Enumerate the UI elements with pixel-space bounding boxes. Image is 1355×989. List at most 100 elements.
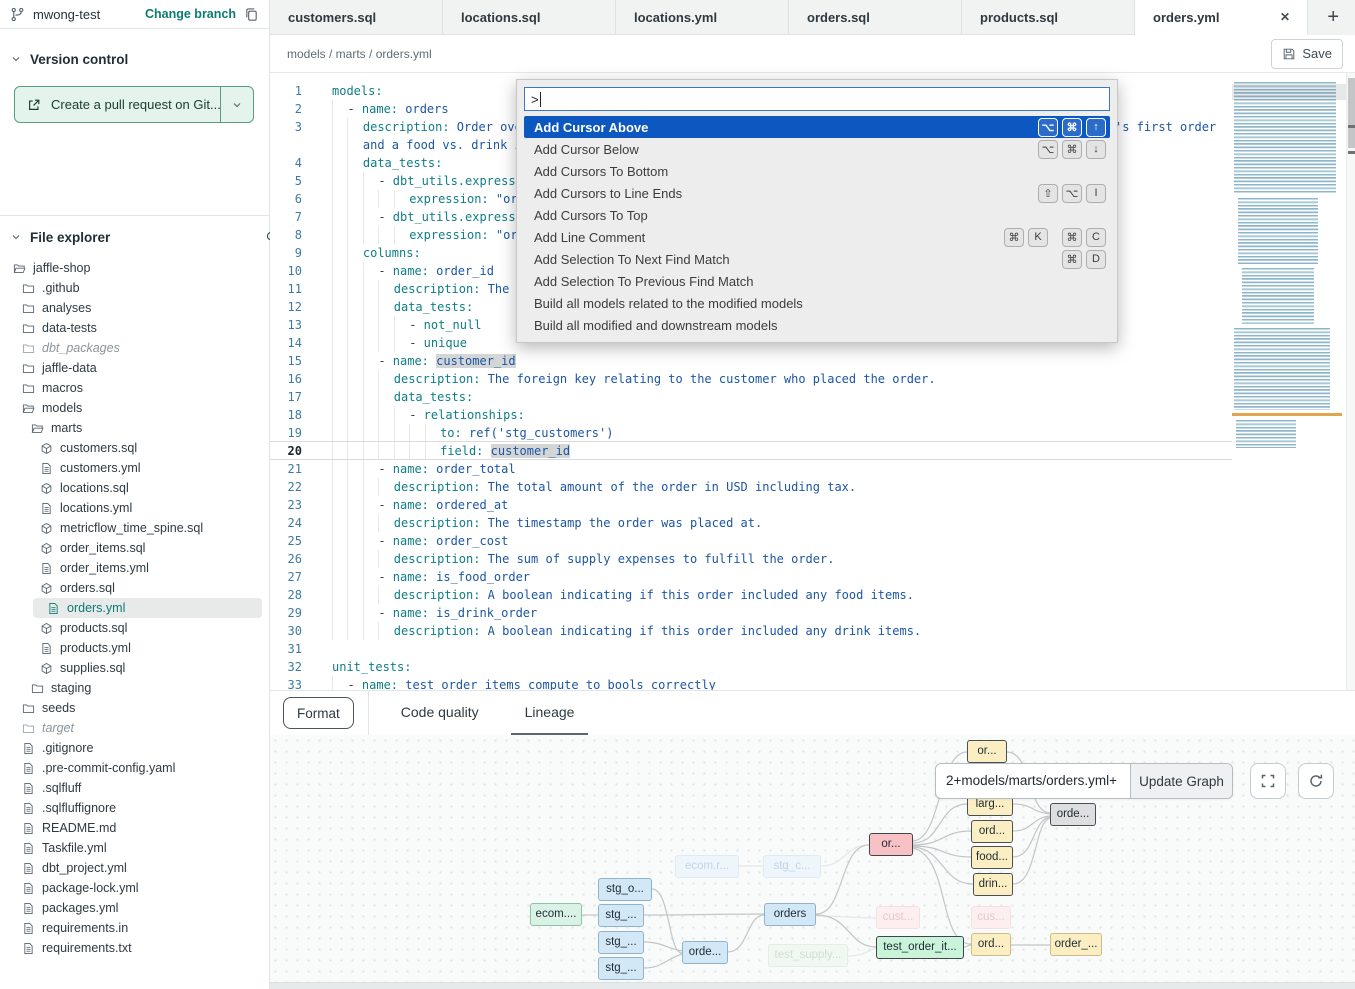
lineage-node[interactable]: test_supply... bbox=[768, 944, 848, 967]
tree-item-seeds[interactable]: seeds bbox=[0, 698, 270, 718]
tree-item-target[interactable]: target bbox=[0, 718, 270, 738]
horizontal-scrollbar[interactable] bbox=[270, 982, 1355, 989]
tree-item-dbt-packages[interactable]: dbt_packages bbox=[0, 338, 270, 358]
tree-item--sqlfluff[interactable]: .sqlfluff bbox=[0, 778, 270, 798]
fullscreen-icon bbox=[1260, 773, 1276, 789]
command-item[interactable]: Add Cursor Above⌥⌘↑ bbox=[524, 116, 1110, 138]
lineage-node[interactable]: stg_... bbox=[598, 904, 644, 927]
change-branch-link[interactable]: Change branch bbox=[145, 7, 236, 21]
panel-tab-code-quality[interactable]: Code quality bbox=[387, 691, 493, 736]
close-tab-icon[interactable]: ✕ bbox=[1277, 8, 1293, 26]
tree-item-jaffle-shop[interactable]: jaffle-shop bbox=[0, 258, 270, 278]
lineage-node[interactable]: test_order_it... bbox=[876, 936, 964, 959]
lineage-node[interactable]: drin... bbox=[973, 873, 1013, 896]
lineage-node[interactable]: orders bbox=[764, 903, 816, 926]
lineage-node[interactable]: stg_c... bbox=[763, 855, 821, 878]
refresh-button[interactable] bbox=[1298, 763, 1334, 799]
tree-item--sqlfluffignore[interactable]: .sqlfluffignore bbox=[0, 798, 270, 818]
tree-item--github[interactable]: .github bbox=[0, 278, 270, 298]
copy-icon[interactable] bbox=[244, 7, 259, 22]
tree-item-dbt-project-yml[interactable]: dbt_project.yml bbox=[0, 858, 270, 878]
tree-item-customers-sql[interactable]: customers.sql bbox=[0, 438, 270, 458]
lineage-node[interactable]: or... bbox=[967, 740, 1007, 763]
scrollbar-thumb[interactable] bbox=[1348, 78, 1355, 148]
tree-item-customers-yml[interactable]: customers.yml bbox=[0, 458, 270, 478]
version-control-header[interactable]: Version control bbox=[0, 44, 289, 74]
lineage-node[interactable]: stg_o... bbox=[598, 878, 652, 901]
minimap-viewport[interactable] bbox=[1232, 84, 1346, 100]
lineage-node[interactable]: ord... bbox=[971, 933, 1011, 956]
lineage-node[interactable]: stg_... bbox=[598, 931, 644, 954]
file-explorer-header[interactable]: File explorer bbox=[0, 222, 289, 252]
tree-item-metricflow-time-spine-sql[interactable]: metricflow_time_spine.sql bbox=[0, 518, 270, 538]
tab-customers-sql[interactable]: customers.sql bbox=[270, 0, 443, 35]
lineage-graph[interactable]: ecom.r... stg_c... ecom.... stg_o... stg_...… bbox=[270, 735, 1355, 982]
tree-item-supplies-sql[interactable]: supplies.sql bbox=[0, 658, 270, 678]
lineage-node[interactable]: orde... bbox=[682, 941, 728, 964]
create-pull-request-button[interactable]: Create a pull request on Git... bbox=[14, 86, 254, 123]
lineage-node[interactable]: order_... bbox=[1050, 933, 1102, 956]
tree-item-data-tests[interactable]: data-tests bbox=[0, 318, 270, 338]
new-tab-button[interactable]: + bbox=[1311, 6, 1355, 30]
lineage-node[interactable]: or... bbox=[869, 833, 913, 856]
tree-item-staging[interactable]: staging bbox=[0, 678, 270, 698]
tree-item--pre-commit-config-yaml[interactable]: .pre-commit-config.yaml bbox=[0, 758, 270, 778]
command-item[interactable]: Add Selection To Previous Find Match bbox=[524, 270, 1110, 292]
tab-orders-sql[interactable]: orders.sql bbox=[789, 0, 962, 35]
tree-item-locations-sql[interactable]: locations.sql bbox=[0, 478, 270, 498]
lineage-node[interactable]: food... bbox=[971, 846, 1013, 869]
tree-item-jaffle-data[interactable]: jaffle-data bbox=[0, 358, 270, 378]
tree-item-requirements-txt[interactable]: requirements.txt bbox=[0, 938, 270, 958]
keycap: ⇧ bbox=[1038, 184, 1058, 203]
tree-item-marts[interactable]: marts bbox=[0, 418, 270, 438]
lineage-node[interactable]: ecom.... bbox=[530, 903, 582, 926]
lineage-node[interactable]: orde... bbox=[1050, 803, 1096, 826]
command-item[interactable]: Add Cursor Below⌥⌘↓ bbox=[524, 138, 1110, 160]
lineage-node[interactable]: cus... bbox=[971, 906, 1011, 929]
tree-item--gitignore[interactable]: .gitignore bbox=[0, 738, 270, 758]
tree-item-locations-yml[interactable]: locations.yml bbox=[0, 498, 270, 518]
command-item[interactable]: Build all modified and downstream models bbox=[524, 314, 1110, 336]
lineage-filter-input[interactable]: 2+models/marts/orders.yml+ bbox=[936, 764, 1130, 798]
command-item[interactable]: Build all models related to the modified… bbox=[524, 292, 1110, 314]
fullscreen-button[interactable] bbox=[1250, 763, 1286, 799]
tree-item-analyses[interactable]: analyses bbox=[0, 298, 270, 318]
panel-tab-lineage[interactable]: Lineage bbox=[511, 691, 589, 736]
format-button[interactable]: Format bbox=[283, 697, 354, 729]
tree-item-order-items-sql[interactable]: order_items.sql bbox=[0, 538, 270, 558]
tab-locations-sql[interactable]: locations.sql bbox=[443, 0, 616, 35]
tree-item-readme-md[interactable]: README.md bbox=[0, 818, 270, 838]
tree-item-order-items-yml[interactable]: order_items.yml bbox=[0, 558, 270, 578]
lineage-node[interactable]: ord... bbox=[971, 820, 1013, 843]
shortcut-keys: ⌘D bbox=[1058, 250, 1106, 269]
command-item[interactable]: Add Line Comment⌘K⌘C bbox=[524, 226, 1110, 248]
tree-item-orders-sql[interactable]: orders.sql bbox=[0, 578, 270, 598]
tree-item-products-sql[interactable]: products.sql bbox=[0, 618, 270, 638]
tree-item-products-yml[interactable]: products.yml bbox=[0, 638, 270, 658]
lineage-node[interactable]: stg_... bbox=[598, 957, 644, 980]
pr-dropdown-toggle[interactable] bbox=[220, 87, 253, 122]
tree-item-orders-yml[interactable]: orders.yml bbox=[33, 598, 262, 618]
lineage-node[interactable]: cust... bbox=[876, 906, 920, 929]
save-button[interactable]: Save bbox=[1271, 39, 1343, 69]
command-palette-input[interactable]: > bbox=[524, 87, 1110, 111]
editor-scrollbar[interactable] bbox=[1346, 73, 1355, 690]
tab-locations-yml[interactable]: locations.yml bbox=[616, 0, 789, 35]
command-item[interactable]: Add Cursors To Bottom bbox=[524, 160, 1110, 182]
folder-icon bbox=[22, 382, 35, 395]
tree-item-requirements-in[interactable]: requirements.in bbox=[0, 918, 270, 938]
command-item[interactable]: Add Selection To Next Find Match⌘D bbox=[524, 248, 1110, 270]
tree-item-packages-yml[interactable]: packages.yml bbox=[0, 898, 270, 918]
tab-orders-yml[interactable]: orders.yml✕ bbox=[1135, 0, 1308, 35]
tree-item-macros[interactable]: macros bbox=[0, 378, 270, 398]
tree-item-package-lock-yml[interactable]: package-lock.yml bbox=[0, 878, 270, 898]
branch-name: mwong-test bbox=[33, 7, 100, 22]
tab-products-sql[interactable]: products.sql bbox=[962, 0, 1135, 35]
command-item[interactable]: Add Cursors To Top bbox=[524, 204, 1110, 226]
update-graph-button[interactable]: Update Graph bbox=[1130, 764, 1232, 798]
lineage-node[interactable]: ecom.r... bbox=[675, 855, 739, 878]
command-item[interactable]: Add Cursors to Line Ends⇧⌥I bbox=[524, 182, 1110, 204]
editor-minimap[interactable] bbox=[1232, 80, 1346, 452]
tree-item-taskfile-yml[interactable]: Taskfile.yml bbox=[0, 838, 270, 858]
tree-item-models[interactable]: models bbox=[0, 398, 270, 418]
